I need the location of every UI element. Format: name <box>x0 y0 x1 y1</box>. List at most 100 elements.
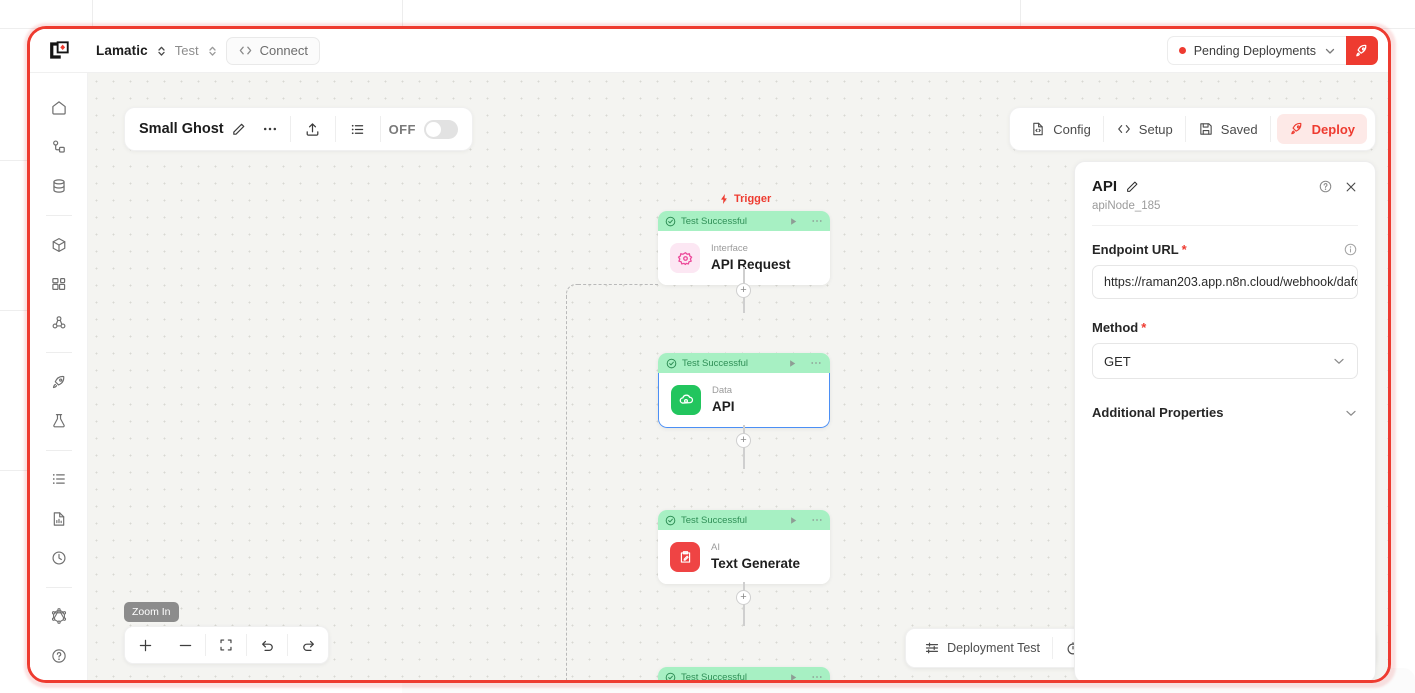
add-node-button[interactable]: + <box>736 590 751 605</box>
undo-button[interactable] <box>247 626 287 664</box>
sidebar-divider <box>45 450 72 451</box>
sidebar-item-integrations[interactable] <box>42 308 76 337</box>
sidebar-item-experiments[interactable] <box>42 406 76 435</box>
cluster-icon <box>50 314 68 332</box>
deployment-test-label: Deployment Test <box>947 641 1040 655</box>
connect-button[interactable]: Connect <box>225 36 320 65</box>
ellipsis-icon[interactable] <box>254 114 286 144</box>
node-more-button[interactable] <box>810 357 822 369</box>
status-dot-icon <box>1178 47 1186 54</box>
endpoint-url-input[interactable]: https://raman203.app.n8n.cloud/webhook/d… <box>1092 265 1358 299</box>
code-brackets-icon <box>238 43 253 58</box>
report-file-icon <box>50 510 68 528</box>
app-root: Lamatic Test Connect Pending Deployments… <box>30 29 1388 680</box>
sidebar-item-graphql[interactable] <box>42 602 76 631</box>
fit-view-button[interactable] <box>206 626 246 664</box>
node-more-button[interactable] <box>811 215 823 227</box>
database-icon <box>50 177 68 195</box>
flow-node-text-generate[interactable]: Test Successful AI Text Generate <box>658 510 830 585</box>
config-label: Config <box>1053 121 1091 137</box>
edge-dashed-vertical <box>566 296 567 680</box>
info-icon[interactable] <box>1343 242 1358 257</box>
sidebar-item-reports[interactable] <box>42 504 76 533</box>
help-circle-icon <box>50 647 68 665</box>
redo-button[interactable] <box>288 626 328 664</box>
flow-enable-toggle[interactable] <box>423 119 458 139</box>
zoom-out-button[interactable] <box>165 626 205 664</box>
node-body: AI Text Generate <box>658 530 830 585</box>
deploy-rocket-button[interactable] <box>1346 36 1378 65</box>
sidebar-divider <box>45 352 72 353</box>
app-logo[interactable] <box>30 29 88 73</box>
node-status-label: Test Successful <box>681 215 747 227</box>
pencil-icon[interactable] <box>1125 180 1139 194</box>
node-more-button[interactable] <box>811 671 823 680</box>
sidebar-item-home[interactable] <box>42 93 76 122</box>
backdrop-divider <box>0 470 27 471</box>
required-marker: * <box>1141 320 1147 335</box>
sidebar-item-data[interactable] <box>42 171 76 200</box>
zoom-controls <box>124 626 329 664</box>
add-node-button[interactable]: + <box>736 283 751 298</box>
node-run-button[interactable] <box>787 358 798 369</box>
list-icon[interactable] <box>340 114 376 144</box>
upload-icon[interactable] <box>295 114 331 144</box>
plus-icon: + <box>740 591 747 603</box>
setup-label: Setup <box>1138 121 1173 137</box>
saved-button[interactable]: Saved <box>1186 114 1270 144</box>
org-selector-label[interactable]: Lamatic <box>96 43 148 58</box>
node-run-button[interactable] <box>788 216 799 227</box>
node-status-label: Test Successful <box>682 357 748 369</box>
additional-properties-section[interactable]: Additional Properties <box>1092 405 1358 420</box>
chevron-down-icon <box>1344 406 1358 420</box>
sidebar-item-flows[interactable] <box>42 132 76 161</box>
sidebar-divider <box>45 215 72 216</box>
toolbar-divider <box>379 116 381 142</box>
zoom-in-button[interactable] <box>125 626 165 664</box>
node-more-button[interactable] <box>811 514 823 526</box>
sidebar-item-apps[interactable] <box>42 269 76 298</box>
node-properties-panel: API apiNode_185 Endpoint URL * https://r… <box>1074 161 1376 680</box>
method-select[interactable]: GET <box>1092 343 1358 379</box>
node-run-button[interactable] <box>788 672 799 680</box>
node-run-button[interactable] <box>788 515 799 526</box>
deploy-button[interactable]: Deploy <box>1276 114 1367 144</box>
sidebar-item-models[interactable] <box>42 230 76 259</box>
env-selector-label[interactable]: Test <box>175 43 199 58</box>
flow-node-partial[interactable]: Test Successful <box>658 667 830 680</box>
setup-button[interactable]: Setup <box>1104 114 1185 144</box>
add-node-button[interactable]: + <box>736 433 751 448</box>
rocket-icon <box>1354 43 1370 59</box>
sliders-icon <box>924 640 940 656</box>
sidebar-item-history[interactable] <box>42 543 76 572</box>
flask-icon <box>50 412 68 430</box>
node-kind-label: Data <box>712 385 733 396</box>
sidebar-item-deployments[interactable] <box>42 367 76 396</box>
sidebar-item-logs[interactable] <box>42 465 76 494</box>
flow-node-api[interactable]: Test Successful Data API <box>658 353 830 429</box>
close-icon[interactable] <box>1344 180 1358 194</box>
help-circle-icon[interactable] <box>1318 179 1333 194</box>
backdrop-divider <box>0 310 27 311</box>
header-right-group: Pending Deployments <box>1166 36 1388 65</box>
chevron-updown-icon[interactable] <box>157 44 166 58</box>
config-button[interactable]: Config <box>1018 114 1103 144</box>
chevron-updown-icon[interactable] <box>208 44 217 58</box>
capture-frame: Lamatic Test Connect Pending Deployments… <box>27 26 1391 683</box>
panel-node-id: apiNode_185 <box>1092 200 1161 212</box>
check-circle-icon <box>666 358 677 369</box>
pending-deployments-dropdown[interactable]: Pending Deployments <box>1166 36 1346 65</box>
sidebar-item-help[interactable] <box>42 641 76 670</box>
method-label-row: Method * <box>1092 320 1358 335</box>
code-brackets-icon <box>1116 121 1132 137</box>
toolbar-divider <box>289 116 291 142</box>
save-disk-icon <box>1198 121 1214 137</box>
cube-icon <box>50 236 68 254</box>
deployment-test-button[interactable]: Deployment Test <box>912 634 1052 662</box>
node-status-label: Test Successful <box>681 514 747 526</box>
connect-label: Connect <box>259 43 308 58</box>
flow-canvas[interactable]: Small Ghost OFF Config Setup Saved Deplo… <box>88 73 1388 680</box>
panel-header: API <box>1092 178 1358 195</box>
required-marker: * <box>1181 242 1187 257</box>
pencil-icon[interactable] <box>224 114 254 144</box>
